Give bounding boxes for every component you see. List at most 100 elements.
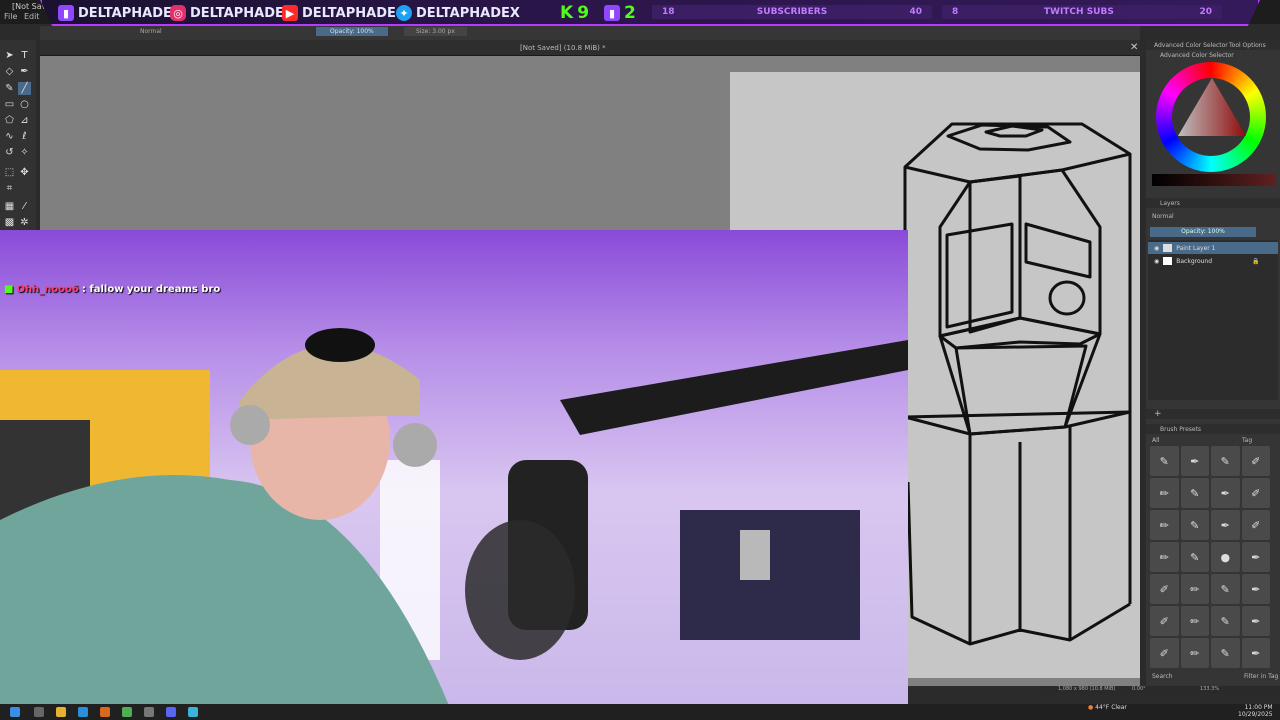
transform-tool-icon[interactable]: ⬚ (3, 166, 16, 179)
layers-footer (1146, 409, 1280, 419)
brush-preset[interactable]: ✒ (1241, 638, 1270, 668)
counter-value: 2 (624, 3, 636, 23)
text-tool-icon[interactable]: T (18, 49, 31, 62)
pattern-tool-icon[interactable]: ▩ (3, 216, 16, 229)
polygon-tool-icon[interactable]: ⬠ (3, 114, 16, 127)
rotation-angle[interactable]: 0.00° (1132, 686, 1146, 692)
brush-preset[interactable]: ✏ (1180, 606, 1209, 636)
brush-preset[interactable]: ✐ (1150, 606, 1179, 636)
layer-row[interactable]: ◉ Paint Layer 1 (1148, 242, 1278, 254)
brush-preset[interactable]: ✏ (1180, 574, 1209, 604)
webcam-feed (0, 230, 908, 708)
layer-row[interactable]: ◉ Background 🔒 (1148, 255, 1278, 267)
twitch-icon: ▮ (58, 5, 74, 21)
add-layer-icon[interactable]: + (1154, 409, 1162, 419)
chat-username: Ohh_nooo6 (16, 284, 79, 295)
visibility-eye-icon[interactable]: ◉ (1154, 245, 1159, 252)
brush-preset[interactable]: ✎ (1180, 542, 1209, 572)
edge-icon[interactable] (78, 707, 88, 717)
brush-preset[interactable]: ✒ (1241, 606, 1270, 636)
zoom-level[interactable]: 133.3% (1200, 686, 1219, 692)
file-explorer-icon[interactable] (56, 707, 66, 717)
bezier-tool-icon[interactable]: ∿ (3, 130, 16, 143)
canvas-dimensions: 1,080 x 980 (10.8 MiB) (1058, 686, 1116, 692)
calligraphy-icon[interactable]: ✒ (18, 65, 31, 78)
overlay-handle-twitter: ✦ DELTAPHADEX (396, 4, 520, 22)
chrome-icon[interactable] (122, 707, 132, 717)
color-triangle[interactable] (1172, 74, 1252, 144)
tab-color-selector[interactable]: Advanced Color Selector (1154, 42, 1228, 49)
brush-preset[interactable]: ✎ (1211, 638, 1240, 668)
menu-edit[interactable]: Edit (24, 12, 40, 21)
goal-end: 40 (909, 7, 922, 17)
brush-preset[interactable]: ✐ (1150, 574, 1179, 604)
filter-in-tag-checkbox[interactable]: Filter in Tag (1244, 673, 1278, 680)
blend-mode-select[interactable]: Normal (140, 28, 162, 35)
edit-shapes-icon[interactable]: ◇ (3, 65, 16, 78)
brush-preset[interactable]: ✎ (1180, 478, 1209, 508)
brush-preset[interactable]: ✎ (1150, 446, 1179, 476)
line-tool-icon[interactable]: ╱ (18, 82, 31, 95)
brush-preset[interactable]: ✎ (1211, 446, 1240, 476)
brush-preset[interactable]: ✏ (1180, 638, 1209, 668)
brush-size-slider[interactable]: Size: 3.00 px (404, 27, 467, 36)
brush-filter-select[interactable]: All (1152, 437, 1159, 444)
krita-icon[interactable] (188, 707, 198, 717)
brush-preset[interactable]: ✐ (1241, 446, 1270, 476)
rectangle-tool-icon[interactable]: ▭ (3, 98, 16, 111)
app-icon[interactable] (100, 707, 110, 717)
weather-widget[interactable]: ● 44°F Clear (1088, 704, 1127, 711)
windows-start-icon[interactable] (10, 707, 20, 717)
obs-icon[interactable] (144, 707, 154, 717)
brush-preset[interactable]: ✎ (1211, 606, 1240, 636)
chat-badge-icon: ■ (4, 284, 14, 295)
ellipse-tool-icon[interactable]: ○ (18, 98, 31, 111)
layer-opacity-slider[interactable]: Opacity: 100% (1150, 227, 1256, 237)
brush-preset[interactable]: ✎ (1180, 510, 1209, 540)
brush-preset[interactable]: ✒ (1241, 542, 1270, 572)
visibility-eye-icon[interactable]: ◉ (1154, 258, 1159, 265)
brush-preset[interactable]: ✏ (1150, 542, 1179, 572)
brush-tool-icon[interactable]: ✎ (3, 82, 16, 95)
color-picker-icon[interactable]: ⁄ (18, 200, 31, 213)
handle-text: DELTAPHADE (78, 5, 172, 21)
brush-preset[interactable]: ✐ (1241, 478, 1270, 508)
layer-thumbnail (1163, 244, 1173, 252)
brush-preset[interactable]: ✒ (1241, 574, 1270, 604)
document-title[interactable]: [Not Saved] (10.8 MiB) * (520, 44, 606, 52)
layer-blend-mode[interactable]: Normal (1152, 213, 1174, 220)
brush-preset[interactable]: ✐ (1150, 638, 1179, 668)
multibrush-icon[interactable]: ✧ (18, 146, 31, 159)
search-icon[interactable] (34, 707, 44, 717)
crop-tool-icon[interactable]: ⌗ (3, 182, 16, 195)
dynamic-brush-icon[interactable]: ↺ (3, 146, 16, 159)
close-document-icon[interactable]: ✕ (1130, 42, 1138, 53)
smart-patch-icon[interactable]: ✲ (18, 216, 31, 229)
brush-preset[interactable]: ✏ (1150, 478, 1179, 508)
tab-tool-options[interactable]: Tool Options (1229, 42, 1266, 49)
brush-preset[interactable]: ✒ (1211, 478, 1240, 508)
brush-search-input[interactable]: Search (1152, 673, 1173, 680)
subscribers-goal-bar: 18 SUBSCRIBERS 40 (652, 5, 932, 19)
brush-preset-grid: ✎ ✒ ✎ ✐ ✏ ✎ ✒ ✐ ✏ ✎ ✒ ✐ ✏ ✎ ● ✒ ✐ ✏ ✎ ✒ … (1150, 446, 1270, 668)
menu-file[interactable]: File (4, 12, 17, 21)
brush-preset[interactable]: ✒ (1180, 446, 1209, 476)
twitch-subs-goal-bar: 8 TWITCH SUBS 20 (942, 5, 1222, 19)
brush-preset[interactable]: ✏ (1150, 510, 1179, 540)
brush-tag-select[interactable]: Tag (1242, 437, 1252, 444)
brush-preset[interactable]: ● (1211, 542, 1240, 572)
brush-preset[interactable]: ✐ (1241, 510, 1270, 540)
color-history-strip[interactable] (1152, 174, 1276, 186)
polyline-tool-icon[interactable]: ⊿ (18, 114, 31, 127)
lock-icon[interactable]: 🔒 (1252, 258, 1259, 265)
brush-opacity-slider[interactable]: Opacity: 100% (316, 27, 388, 36)
freehand-path-icon[interactable]: ℓ (18, 130, 31, 143)
brush-preset[interactable]: ✒ (1211, 510, 1240, 540)
gradient-tool-icon[interactable]: ▦ (3, 200, 16, 213)
discord-icon[interactable] (166, 707, 176, 717)
move-tool-icon[interactable]: ✥ (18, 166, 31, 179)
system-clock[interactable]: 11:00 PM 10/29/2025 (1238, 704, 1273, 718)
goal-label: TWITCH SUBS (1043, 7, 1114, 17)
brush-preset[interactable]: ✎ (1211, 574, 1240, 604)
select-tool-icon[interactable]: ➤ (3, 49, 16, 62)
